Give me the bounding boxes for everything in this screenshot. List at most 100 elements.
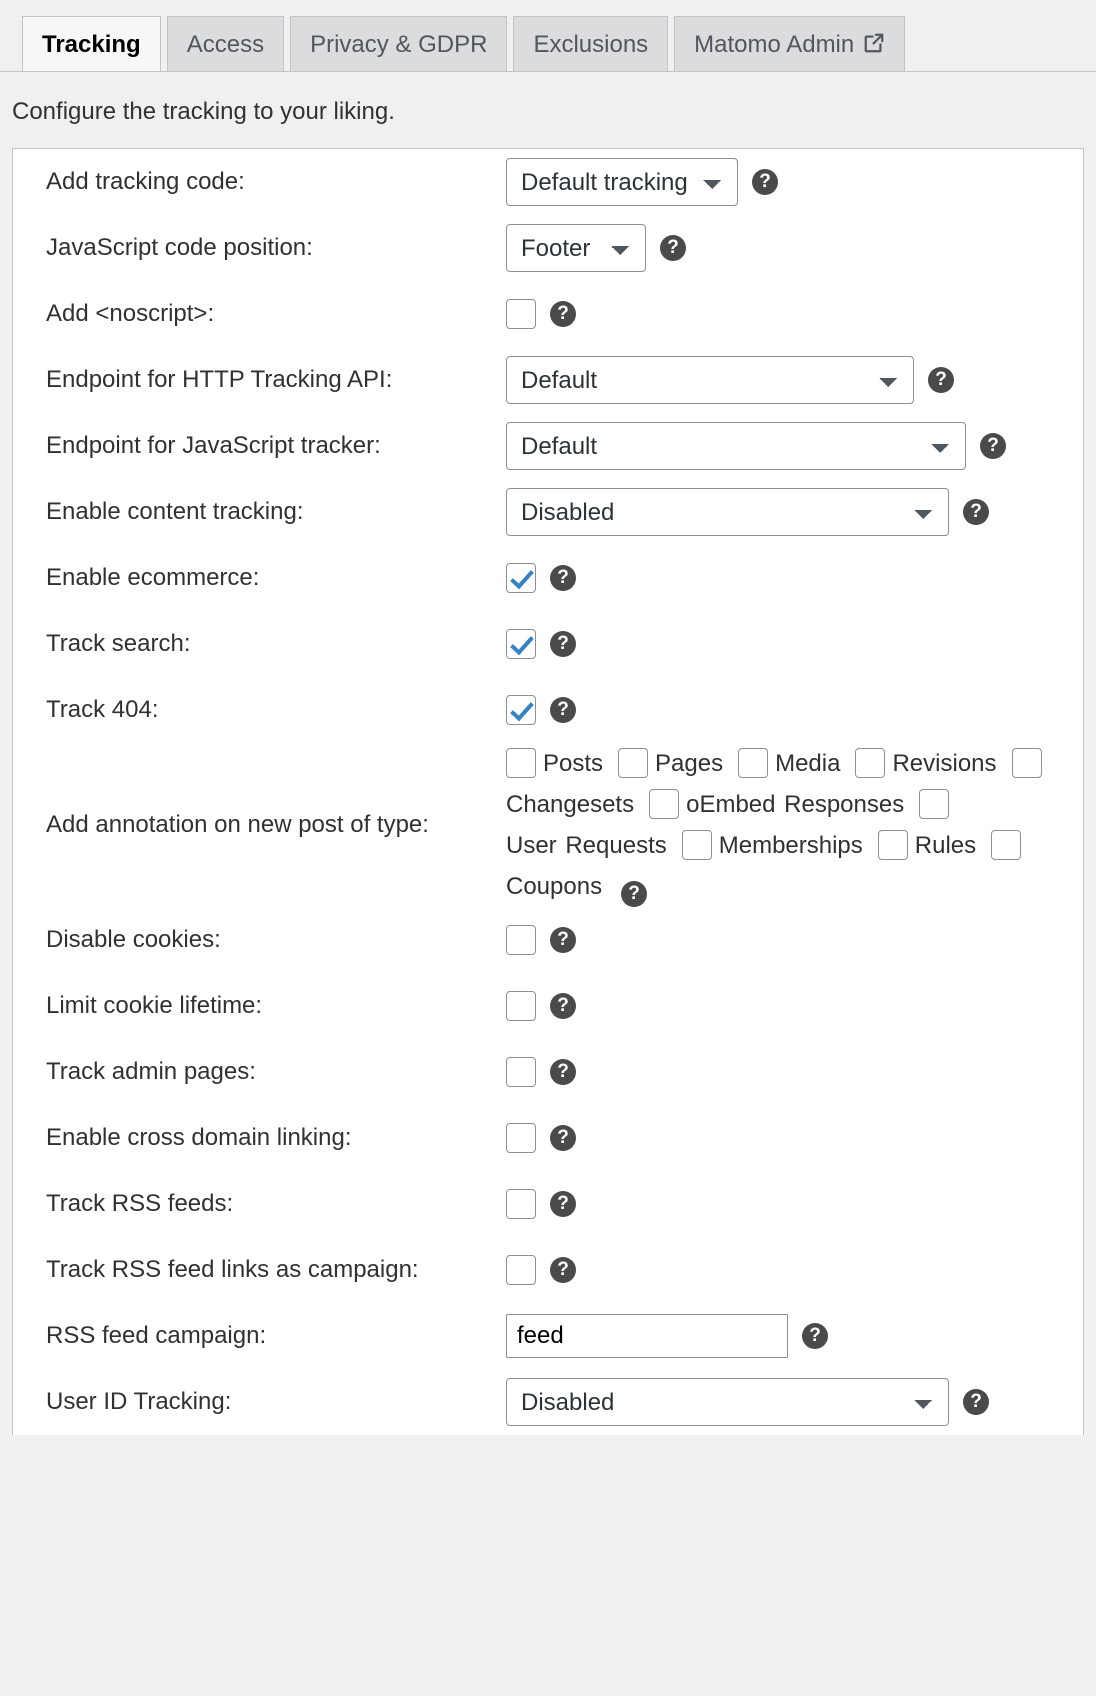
annotation-checkbox-changesets[interactable] (1012, 748, 1042, 778)
help-icon-js-code-position[interactable]: ? (660, 235, 686, 261)
settings-panel: Add tracking code: Default tracking ? Ja… (12, 148, 1084, 1435)
label-track-admin-pages: Track admin pages: (13, 1039, 506, 1105)
annotation-label-changesets: Changesets (506, 791, 634, 818)
label-ecommerce: Enable ecommerce: (13, 545, 506, 611)
row-endpoint-js: Endpoint for JavaScript tracker: Default… (13, 413, 1083, 479)
label-track-search: Track search: (13, 611, 506, 677)
annotation-checkbox-oembed-responses[interactable] (649, 789, 679, 819)
tab-access[interactable]: Access (167, 16, 284, 72)
row-content-tracking: Enable content tracking: Disabled ? (13, 479, 1083, 545)
help-icon-track-404[interactable]: ? (550, 697, 576, 723)
annotation-label-posts: Posts (543, 750, 603, 777)
limit-cookie-lifetime-checkbox[interactable] (506, 991, 536, 1021)
annotation-checkbox-rules[interactable] (878, 830, 908, 860)
tab-privacy-gdpr-label: Privacy & GDPR (310, 31, 487, 58)
help-icon-track-admin-pages[interactable]: ? (550, 1059, 576, 1085)
cross-domain-linking-checkbox[interactable] (506, 1123, 536, 1153)
label-add-tracking-code: Add tracking code: (13, 149, 506, 215)
help-icon-rss-feed-campaign[interactable]: ? (802, 1323, 828, 1349)
tab-matomo-admin-label: Matomo Admin (694, 31, 854, 58)
tab-access-label: Access (187, 31, 264, 58)
label-limit-cookie-lifetime: Limit cookie lifetime: (13, 973, 506, 1039)
annotation-checkbox-media[interactable] (738, 748, 768, 778)
row-rss-feed-campaign: RSS feed campaign: ? (13, 1303, 1083, 1369)
help-icon-endpoint-http[interactable]: ? (928, 367, 954, 393)
row-annotation: Add annotation on new post of type: Post… (13, 743, 1083, 907)
annotation-checkbox-coupons[interactable] (991, 830, 1021, 860)
user-id-tracking-select[interactable]: Disabled (506, 1378, 949, 1426)
label-endpoint-http: Endpoint for HTTP Tracking API: (13, 347, 506, 413)
endpoint-js-select[interactable]: Default (506, 422, 966, 470)
label-annotation: Add annotation on new post of type: (13, 743, 506, 907)
tab-tracking[interactable]: Tracking (22, 16, 161, 72)
track-admin-pages-checkbox[interactable] (506, 1057, 536, 1087)
label-cross-domain-linking: Enable cross domain linking: (13, 1105, 506, 1171)
label-track-rss-feeds: Track RSS feeds: (13, 1171, 506, 1237)
row-track-404: Track 404: ? (13, 677, 1083, 743)
annotation-label-pages: Pages (655, 750, 723, 777)
rss-feed-campaign-input[interactable] (506, 1314, 788, 1358)
track-404-checkbox[interactable] (506, 695, 536, 725)
annotation-checkbox-pages[interactable] (618, 748, 648, 778)
settings-form-table: Add tracking code: Default tracking ? Ja… (13, 149, 1083, 1435)
help-icon-content-tracking[interactable]: ? (963, 499, 989, 525)
help-icon-cross-domain-linking[interactable]: ? (550, 1125, 576, 1151)
track-rss-links-campaign-checkbox[interactable] (506, 1255, 536, 1285)
annotation-checkbox-revisions[interactable] (855, 748, 885, 778)
tab-matomo-admin[interactable]: Matomo Admin (674, 16, 905, 72)
row-limit-cookie-lifetime: Limit cookie lifetime: ? (13, 973, 1083, 1039)
annotation-type-checkbox-group: Posts Pages Media Revisions Changesets oEmbed… (506, 743, 1066, 907)
annotation-label-memberships: Memberships (719, 832, 863, 859)
row-ecommerce: Enable ecommerce: ? (13, 545, 1083, 611)
help-icon-add-noscript[interactable]: ? (550, 301, 576, 327)
external-link-icon (863, 19, 885, 41)
help-icon-track-rss-links-campaign[interactable]: ? (550, 1257, 576, 1283)
row-disable-cookies: Disable cookies: ? (13, 907, 1083, 973)
help-icon-endpoint-js[interactable]: ? (980, 433, 1006, 459)
label-add-noscript: Add <noscript>: (13, 281, 506, 347)
row-track-rss-feeds: Track RSS feeds: ? (13, 1171, 1083, 1237)
annotation-label-media: Media (775, 750, 840, 777)
add-tracking-code-select[interactable]: Default tracking (506, 158, 738, 206)
label-track-rss-links-campaign: Track RSS feed links as campaign: (13, 1237, 506, 1303)
label-track-404: Track 404: (13, 677, 506, 743)
annotation-label-user-requests: User Requests (506, 832, 667, 859)
label-endpoint-js: Endpoint for JavaScript tracker: (13, 413, 506, 479)
annotation-checkbox-memberships[interactable] (682, 830, 712, 860)
ecommerce-checkbox[interactable] (506, 563, 536, 593)
label-rss-feed-campaign: RSS feed campaign: (13, 1303, 506, 1369)
annotation-label-coupons: Coupons (506, 873, 602, 900)
help-icon-annotation[interactable]: ? (621, 881, 647, 907)
track-search-checkbox[interactable] (506, 629, 536, 659)
help-icon-track-rss-feeds[interactable]: ? (550, 1191, 576, 1217)
annotation-checkbox-user-requests[interactable] (919, 789, 949, 819)
annotation-label-revisions: Revisions (892, 750, 996, 777)
tab-exclusions-label: Exclusions (533, 31, 648, 58)
help-icon-disable-cookies[interactable]: ? (550, 927, 576, 953)
tab-tracking-label: Tracking (42, 31, 141, 58)
page-description: Configure the tracking to your liking. (0, 72, 1096, 148)
content-tracking-select[interactable]: Disabled (506, 488, 949, 536)
add-noscript-checkbox[interactable] (506, 299, 536, 329)
help-icon-limit-cookie-lifetime[interactable]: ? (550, 993, 576, 1019)
settings-page: Tracking Access Privacy & GDPR Exclusion… (0, 0, 1096, 1696)
row-track-rss-links-campaign: Track RSS feed links as campaign: ? (13, 1237, 1083, 1303)
row-user-id-tracking: User ID Tracking: Disabled ? (13, 1369, 1083, 1435)
label-content-tracking: Enable content tracking: (13, 479, 506, 545)
help-icon-ecommerce[interactable]: ? (550, 565, 576, 591)
endpoint-http-select[interactable]: Default (506, 356, 914, 404)
row-add-tracking-code: Add tracking code: Default tracking ? (13, 149, 1083, 215)
label-user-id-tracking: User ID Tracking: (13, 1369, 506, 1435)
help-icon-add-tracking-code[interactable]: ? (752, 169, 778, 195)
tab-privacy-gdpr[interactable]: Privacy & GDPR (290, 16, 507, 72)
annotation-label-oembed-responses: oEmbed Responses (686, 791, 904, 818)
annotation-checkbox-posts[interactable] (506, 748, 536, 778)
row-js-code-position: JavaScript code position: Footer ? (13, 215, 1083, 281)
help-icon-user-id-tracking[interactable]: ? (963, 1389, 989, 1415)
disable-cookies-checkbox[interactable] (506, 925, 536, 955)
tab-exclusions[interactable]: Exclusions (513, 16, 668, 72)
track-rss-feeds-checkbox[interactable] (506, 1189, 536, 1219)
js-code-position-select[interactable]: Footer (506, 224, 646, 272)
row-track-admin-pages: Track admin pages: ? (13, 1039, 1083, 1105)
help-icon-track-search[interactable]: ? (550, 631, 576, 657)
